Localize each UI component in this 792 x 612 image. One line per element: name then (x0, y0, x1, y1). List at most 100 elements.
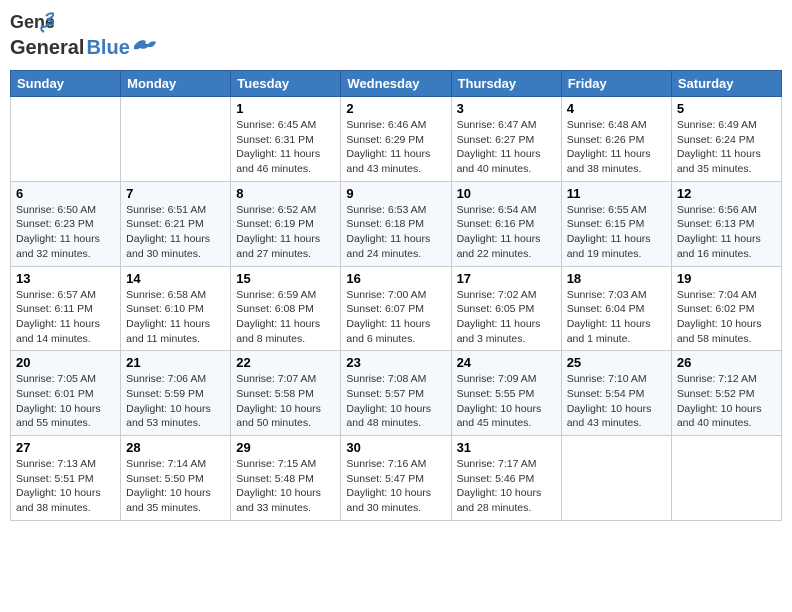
calendar-cell: 4 Sunrise: 6:48 AM Sunset: 6:26 PM Dayli… (561, 97, 671, 182)
day-info: Sunrise: 7:17 AM Sunset: 5:46 PM Dayligh… (457, 457, 556, 516)
calendar-cell (11, 97, 121, 182)
daylight-text: Daylight: 11 hours and 6 minutes. (346, 318, 430, 345)
day-number: 4 (567, 101, 666, 116)
sunset-text: Sunset: 6:23 PM (16, 218, 94, 230)
calendar-cell: 11 Sunrise: 6:55 AM Sunset: 6:15 PM Dayl… (561, 181, 671, 266)
day-number: 8 (236, 186, 335, 201)
calendar-cell: 30 Sunrise: 7:16 AM Sunset: 5:47 PM Dayl… (341, 436, 451, 521)
daylight-text: Daylight: 11 hours and 32 minutes. (16, 233, 100, 260)
sunrise-text: Sunrise: 6:48 AM (567, 119, 647, 131)
calendar-header-friday: Friday (561, 71, 671, 97)
sunrise-text: Sunrise: 7:03 AM (567, 289, 647, 301)
sunrise-text: Sunrise: 6:55 AM (567, 204, 647, 216)
daylight-text: Daylight: 10 hours and 30 minutes. (346, 487, 431, 514)
daylight-text: Daylight: 10 hours and 28 minutes. (457, 487, 542, 514)
calendar-cell: 6 Sunrise: 6:50 AM Sunset: 6:23 PM Dayli… (11, 181, 121, 266)
sunrise-text: Sunrise: 6:58 AM (126, 289, 206, 301)
calendar-week-row: 27 Sunrise: 7:13 AM Sunset: 5:51 PM Dayl… (11, 436, 782, 521)
day-info: Sunrise: 7:00 AM Sunset: 6:07 PM Dayligh… (346, 288, 445, 347)
logo-bird-icon (134, 36, 156, 54)
calendar-cell: 9 Sunrise: 6:53 AM Sunset: 6:18 PM Dayli… (341, 181, 451, 266)
day-info: Sunrise: 6:47 AM Sunset: 6:27 PM Dayligh… (457, 118, 556, 177)
sunrise-text: Sunrise: 6:54 AM (457, 204, 537, 216)
day-info: Sunrise: 6:53 AM Sunset: 6:18 PM Dayligh… (346, 203, 445, 262)
sunset-text: Sunset: 5:58 PM (236, 388, 314, 400)
day-info: Sunrise: 7:02 AM Sunset: 6:05 PM Dayligh… (457, 288, 556, 347)
daylight-text: Daylight: 11 hours and 1 minute. (567, 318, 651, 345)
logo: General General Blue (10, 10, 156, 60)
calendar-cell: 13 Sunrise: 6:57 AM Sunset: 6:11 PM Dayl… (11, 266, 121, 351)
daylight-text: Daylight: 10 hours and 58 minutes. (677, 318, 762, 345)
day-info: Sunrise: 7:12 AM Sunset: 5:52 PM Dayligh… (677, 372, 776, 431)
day-info: Sunrise: 6:59 AM Sunset: 6:08 PM Dayligh… (236, 288, 335, 347)
sunrise-text: Sunrise: 7:15 AM (236, 458, 316, 470)
sunset-text: Sunset: 5:55 PM (457, 388, 535, 400)
day-number: 26 (677, 355, 776, 370)
calendar-cell (671, 436, 781, 521)
daylight-text: Daylight: 11 hours and 38 minutes. (567, 148, 651, 175)
day-number: 15 (236, 271, 335, 286)
day-number: 7 (126, 186, 225, 201)
calendar-table: SundayMondayTuesdayWednesdayThursdayFrid… (10, 70, 782, 521)
sunset-text: Sunset: 6:07 PM (346, 303, 424, 315)
daylight-text: Daylight: 10 hours and 55 minutes. (16, 403, 101, 430)
sunset-text: Sunset: 5:48 PM (236, 473, 314, 485)
calendar-cell: 8 Sunrise: 6:52 AM Sunset: 6:19 PM Dayli… (231, 181, 341, 266)
day-number: 19 (677, 271, 776, 286)
daylight-text: Daylight: 11 hours and 46 minutes. (236, 148, 320, 175)
day-info: Sunrise: 7:05 AM Sunset: 6:01 PM Dayligh… (16, 372, 115, 431)
sunrise-text: Sunrise: 6:56 AM (677, 204, 757, 216)
day-number: 20 (16, 355, 115, 370)
sunset-text: Sunset: 5:50 PM (126, 473, 204, 485)
daylight-text: Daylight: 10 hours and 43 minutes. (567, 403, 652, 430)
sunset-text: Sunset: 5:59 PM (126, 388, 204, 400)
sunset-text: Sunset: 6:10 PM (126, 303, 204, 315)
sunset-text: Sunset: 6:29 PM (346, 134, 424, 146)
day-number: 9 (346, 186, 445, 201)
sunset-text: Sunset: 6:19 PM (236, 218, 314, 230)
sunrise-text: Sunrise: 6:51 AM (126, 204, 206, 216)
day-info: Sunrise: 6:45 AM Sunset: 6:31 PM Dayligh… (236, 118, 335, 177)
daylight-text: Daylight: 11 hours and 22 minutes. (457, 233, 541, 260)
sunrise-text: Sunrise: 6:59 AM (236, 289, 316, 301)
sunset-text: Sunset: 5:54 PM (567, 388, 645, 400)
day-info: Sunrise: 7:03 AM Sunset: 6:04 PM Dayligh… (567, 288, 666, 347)
day-number: 22 (236, 355, 335, 370)
day-info: Sunrise: 7:13 AM Sunset: 5:51 PM Dayligh… (16, 457, 115, 516)
day-number: 17 (457, 271, 556, 286)
daylight-text: Daylight: 10 hours and 35 minutes. (126, 487, 211, 514)
day-number: 18 (567, 271, 666, 286)
calendar-week-row: 6 Sunrise: 6:50 AM Sunset: 6:23 PM Dayli… (11, 181, 782, 266)
day-info: Sunrise: 6:58 AM Sunset: 6:10 PM Dayligh… (126, 288, 225, 347)
sunrise-text: Sunrise: 7:09 AM (457, 373, 537, 385)
sunrise-text: Sunrise: 6:45 AM (236, 119, 316, 131)
day-info: Sunrise: 7:08 AM Sunset: 5:57 PM Dayligh… (346, 372, 445, 431)
day-info: Sunrise: 7:06 AM Sunset: 5:59 PM Dayligh… (126, 372, 225, 431)
logo-text-blue: Blue (86, 37, 129, 60)
calendar-cell: 27 Sunrise: 7:13 AM Sunset: 5:51 PM Dayl… (11, 436, 121, 521)
sunrise-text: Sunrise: 7:13 AM (16, 458, 96, 470)
sunset-text: Sunset: 5:52 PM (677, 388, 755, 400)
daylight-text: Daylight: 11 hours and 43 minutes. (346, 148, 430, 175)
daylight-text: Daylight: 11 hours and 8 minutes. (236, 318, 320, 345)
sunrise-text: Sunrise: 7:04 AM (677, 289, 757, 301)
sunset-text: Sunset: 5:47 PM (346, 473, 424, 485)
calendar-cell: 31 Sunrise: 7:17 AM Sunset: 5:46 PM Dayl… (451, 436, 561, 521)
sunrise-text: Sunrise: 7:12 AM (677, 373, 757, 385)
sunrise-text: Sunrise: 7:17 AM (457, 458, 537, 470)
day-number: 5 (677, 101, 776, 116)
day-number: 28 (126, 440, 225, 455)
daylight-text: Daylight: 10 hours and 33 minutes. (236, 487, 321, 514)
daylight-text: Daylight: 11 hours and 30 minutes. (126, 233, 210, 260)
calendar-cell: 15 Sunrise: 6:59 AM Sunset: 6:08 PM Dayl… (231, 266, 341, 351)
day-number: 23 (346, 355, 445, 370)
calendar-cell: 5 Sunrise: 6:49 AM Sunset: 6:24 PM Dayli… (671, 97, 781, 182)
sunrise-text: Sunrise: 6:57 AM (16, 289, 96, 301)
daylight-text: Daylight: 10 hours and 40 minutes. (677, 403, 762, 430)
calendar-cell: 23 Sunrise: 7:08 AM Sunset: 5:57 PM Dayl… (341, 351, 451, 436)
calendar-header-sunday: Sunday (11, 71, 121, 97)
calendar-cell: 14 Sunrise: 6:58 AM Sunset: 6:10 PM Dayl… (121, 266, 231, 351)
day-number: 1 (236, 101, 335, 116)
calendar-header-monday: Monday (121, 71, 231, 97)
day-info: Sunrise: 6:51 AM Sunset: 6:21 PM Dayligh… (126, 203, 225, 262)
